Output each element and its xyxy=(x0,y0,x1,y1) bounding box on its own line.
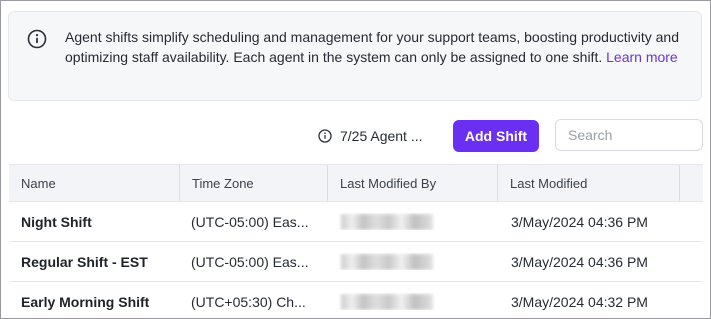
agent-count[interactable]: 7/25 Agent ... xyxy=(318,127,423,145)
shift-modified-by xyxy=(328,213,498,231)
add-shift-button[interactable]: Add Shift xyxy=(453,120,539,152)
info-description: Agent shifts simplify scheduling and man… xyxy=(65,29,679,65)
agent-shifts-panel: Agent shifts simplify scheduling and man… xyxy=(0,0,711,319)
shift-modified-by xyxy=(328,293,498,311)
column-header-last-modified[interactable]: Last Modified xyxy=(498,165,680,201)
shift-time-zone: (UTC+05:30) Ch... xyxy=(191,293,306,310)
shift-modified-date: 3/May/2024 04:32 PM xyxy=(511,293,648,310)
info-icon xyxy=(318,129,332,143)
table-row[interactable]: Regular Shift - EST (UTC-05:00) Eas... 3… xyxy=(9,242,703,282)
column-header-time-zone[interactable]: Time Zone xyxy=(180,165,328,201)
info-text: Agent shifts simplify scheduling and man… xyxy=(65,27,685,67)
shifts-table: Name Time Zone Last Modified By Last Mod… xyxy=(9,164,703,318)
redacted-name xyxy=(341,214,433,231)
shift-time-zone: (UTC-05:00) Eas... xyxy=(191,213,309,230)
table-row[interactable]: Early Morning Shift (UTC+05:30) Ch... 3/… xyxy=(9,282,703,318)
column-header-actions xyxy=(680,165,703,201)
column-header-last-modified-by[interactable]: Last Modified By xyxy=(328,165,498,201)
shift-modified-date: 3/May/2024 04:36 PM xyxy=(511,253,648,270)
shift-modified-date: 3/May/2024 04:36 PM xyxy=(511,213,648,230)
redacted-name xyxy=(341,254,433,271)
learn-more-link[interactable]: Learn more xyxy=(606,49,678,65)
shift-time-zone: (UTC-05:00) Eas... xyxy=(191,253,309,270)
search-input[interactable] xyxy=(555,119,703,151)
shift-modified-by xyxy=(328,253,498,271)
info-icon xyxy=(27,29,47,49)
shift-name[interactable]: Night Shift xyxy=(9,214,180,230)
shift-name[interactable]: Early Morning Shift xyxy=(9,294,180,310)
shift-name[interactable]: Regular Shift - EST xyxy=(9,254,180,270)
table-header: Name Time Zone Last Modified By Last Mod… xyxy=(9,164,703,202)
column-header-name[interactable]: Name xyxy=(9,165,180,201)
table-row[interactable]: Night Shift (UTC-05:00) Eas... 3/May/202… xyxy=(9,202,703,242)
agent-count-label: 7/25 Agent ... xyxy=(340,128,423,144)
info-banner: Agent shifts simplify scheduling and man… xyxy=(8,11,702,101)
redacted-name xyxy=(341,294,433,311)
